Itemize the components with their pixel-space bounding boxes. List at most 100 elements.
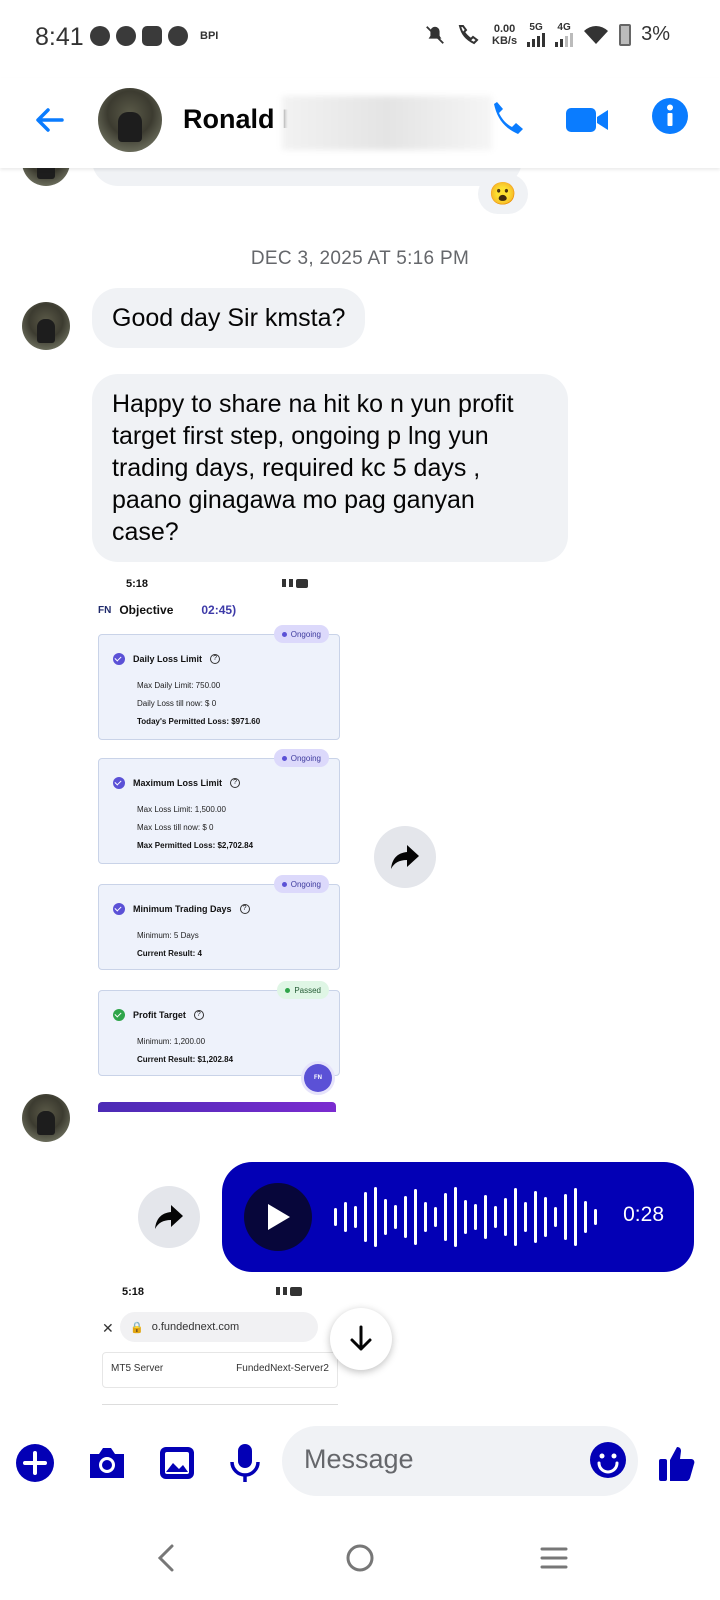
objective-card: Ongoing Maximum Loss Limit? Max Loss Lim… (98, 749, 340, 864)
card-line: Max Loss Limit: 1,500.00 (137, 805, 226, 814)
objective-card: Ongoing Minimum Trading Days? Minimum: 5… (98, 875, 340, 970)
shot-time: 5:18 (126, 578, 149, 590)
network-rate: 0.00 KB/s (492, 22, 518, 47)
status-bar: 8:41 BPI 0.00 KB/s 5G 4G 3% (0, 0, 720, 78)
composer: Message (0, 1420, 720, 1520)
shot-nav: FN Objective 02:45) (98, 600, 338, 620)
info-icon[interactable] (650, 96, 690, 136)
like-button[interactable] (654, 1440, 700, 1486)
help-icon: ? (193, 1010, 204, 1020)
message-text: Happy to share na hit ko n yun profit ta… (112, 390, 514, 546)
fn-chat-icon: FN (304, 1064, 332, 1092)
voice-message[interactable]: 0:28 (222, 1162, 694, 1272)
reaction-badge[interactable]: 😮 (478, 174, 528, 214)
shot-time: 5:18 (122, 1286, 145, 1298)
nav-recents-icon (540, 1547, 568, 1569)
phone-icon[interactable] (486, 98, 526, 142)
shot-title: Objective (119, 603, 174, 617)
shot-status-icons (282, 578, 330, 588)
microphone-button[interactable] (222, 1440, 268, 1486)
signal-icon: 5G (527, 22, 546, 47)
message-text: Good day Sir kmsta? (112, 304, 346, 332)
help-icon: ? (239, 904, 250, 914)
message-input[interactable]: Message (282, 1426, 638, 1496)
timestamp: DEC 3, 2025 AT 5:16 PM (250, 248, 470, 269)
image-attachment[interactable]: 5:18 FN Objective 02:45) Ongoing Daily L… (94, 572, 348, 1112)
shot-bottom-bar (98, 1102, 336, 1112)
plus-icon (16, 1444, 54, 1482)
battery-icon (619, 23, 632, 46)
nav-home-button[interactable] (338, 1536, 382, 1580)
forward-button[interactable] (138, 1186, 200, 1248)
wifi-call-icon (458, 24, 479, 44)
contact-name[interactable]: Ronald I (183, 104, 290, 135)
message-bubble[interactable]: Good day Sir kmsta? (92, 288, 366, 348)
chat-icon (116, 26, 136, 46)
close-icon: ✕ (102, 1320, 114, 1336)
help-icon: ? (210, 654, 221, 664)
wifi-icon (584, 25, 609, 44)
play-button[interactable] (244, 1183, 312, 1251)
system-icons: 0.00 KB/s 5G 4G 3% (424, 22, 670, 47)
server-value: FundedNext-Server2 (236, 1363, 329, 1374)
nav-back-icon (157, 1544, 174, 1572)
check-icon (113, 903, 125, 915)
card-line: Max Permitted Loss: $2,702.84 (137, 841, 254, 850)
signal-icon-2: 4G (555, 22, 574, 47)
camera-button[interactable] (84, 1440, 130, 1486)
card-line: Minimum: 1,200.00 (137, 1037, 206, 1046)
avatar (22, 1094, 70, 1142)
help-icon: ? (230, 778, 241, 788)
shot-timer: 02:45) (201, 603, 237, 617)
system-navbar (0, 1520, 720, 1600)
scroll-to-bottom-button[interactable] (330, 1308, 392, 1370)
share-arrow-icon (155, 1205, 183, 1229)
back-arrow-icon[interactable] (30, 100, 70, 140)
arrow-down-icon (350, 1325, 372, 1351)
card-title: Maximum Loss Limit? (113, 777, 241, 789)
nav-recents-button[interactable] (532, 1536, 576, 1580)
play-icon (268, 1204, 290, 1230)
plus-button[interactable] (12, 1440, 58, 1486)
message-placeholder: Message (304, 1444, 414, 1474)
waveform[interactable] (334, 1187, 597, 1247)
card-line: Max Daily Limit: 750.00 (137, 681, 221, 690)
mute-icon (426, 25, 444, 44)
gallery-icon (160, 1447, 194, 1479)
card-line: Current Result: 4 (137, 949, 202, 958)
share-arrow-icon (391, 845, 419, 869)
video-camera-icon[interactable] (564, 102, 610, 138)
nav-home-icon (346, 1544, 374, 1572)
notification-icons: BPI (90, 26, 218, 46)
objective-card: Ongoing Daily Loss Limit? Max Daily Limi… (98, 625, 340, 740)
image-attachment[interactable]: 5:18 ✕ 🔒 o.fundednext.com MT5 Server Fund… (102, 1276, 342, 1420)
emoji-icon[interactable] (588, 1440, 628, 1480)
carrier-label: BPI (200, 30, 219, 42)
status-badge: Ongoing (273, 875, 329, 893)
message-bubble-partial[interactable] (92, 168, 522, 186)
url-bar: 🔒 o.fundednext.com (120, 1312, 318, 1342)
forward-button[interactable] (374, 826, 436, 888)
shot-status-icons (276, 1286, 324, 1296)
app-icon (142, 26, 162, 46)
messenger-icon (90, 26, 110, 46)
status-time: 8:41 (35, 23, 84, 51)
card-title: Daily Loss Limit? (113, 653, 221, 665)
avatar (22, 302, 70, 350)
card-line: Daily Loss till now: $ 0 (137, 699, 217, 708)
status-badge: Passed (277, 981, 329, 999)
avatar (22, 168, 70, 186)
message-list[interactable]: 😮 DEC 3, 2025 AT 5:16 PM Good day Sir km… (0, 168, 720, 1420)
name-blur (282, 96, 492, 150)
check-icon (113, 653, 125, 665)
nav-back-button[interactable] (144, 1536, 188, 1580)
avatar[interactable] (98, 88, 162, 152)
card-line: Max Loss till now: $ 0 (137, 823, 214, 832)
message-bubble[interactable]: Happy to share na hit ko n yun profit ta… (92, 374, 568, 562)
microphone-icon (230, 1444, 260, 1482)
chat-header: Ronald I (0, 78, 720, 168)
battery-percent: 3% (641, 23, 670, 45)
check-icon (113, 1009, 125, 1021)
status-badge: Ongoing (273, 749, 329, 767)
gallery-button[interactable] (154, 1440, 200, 1486)
